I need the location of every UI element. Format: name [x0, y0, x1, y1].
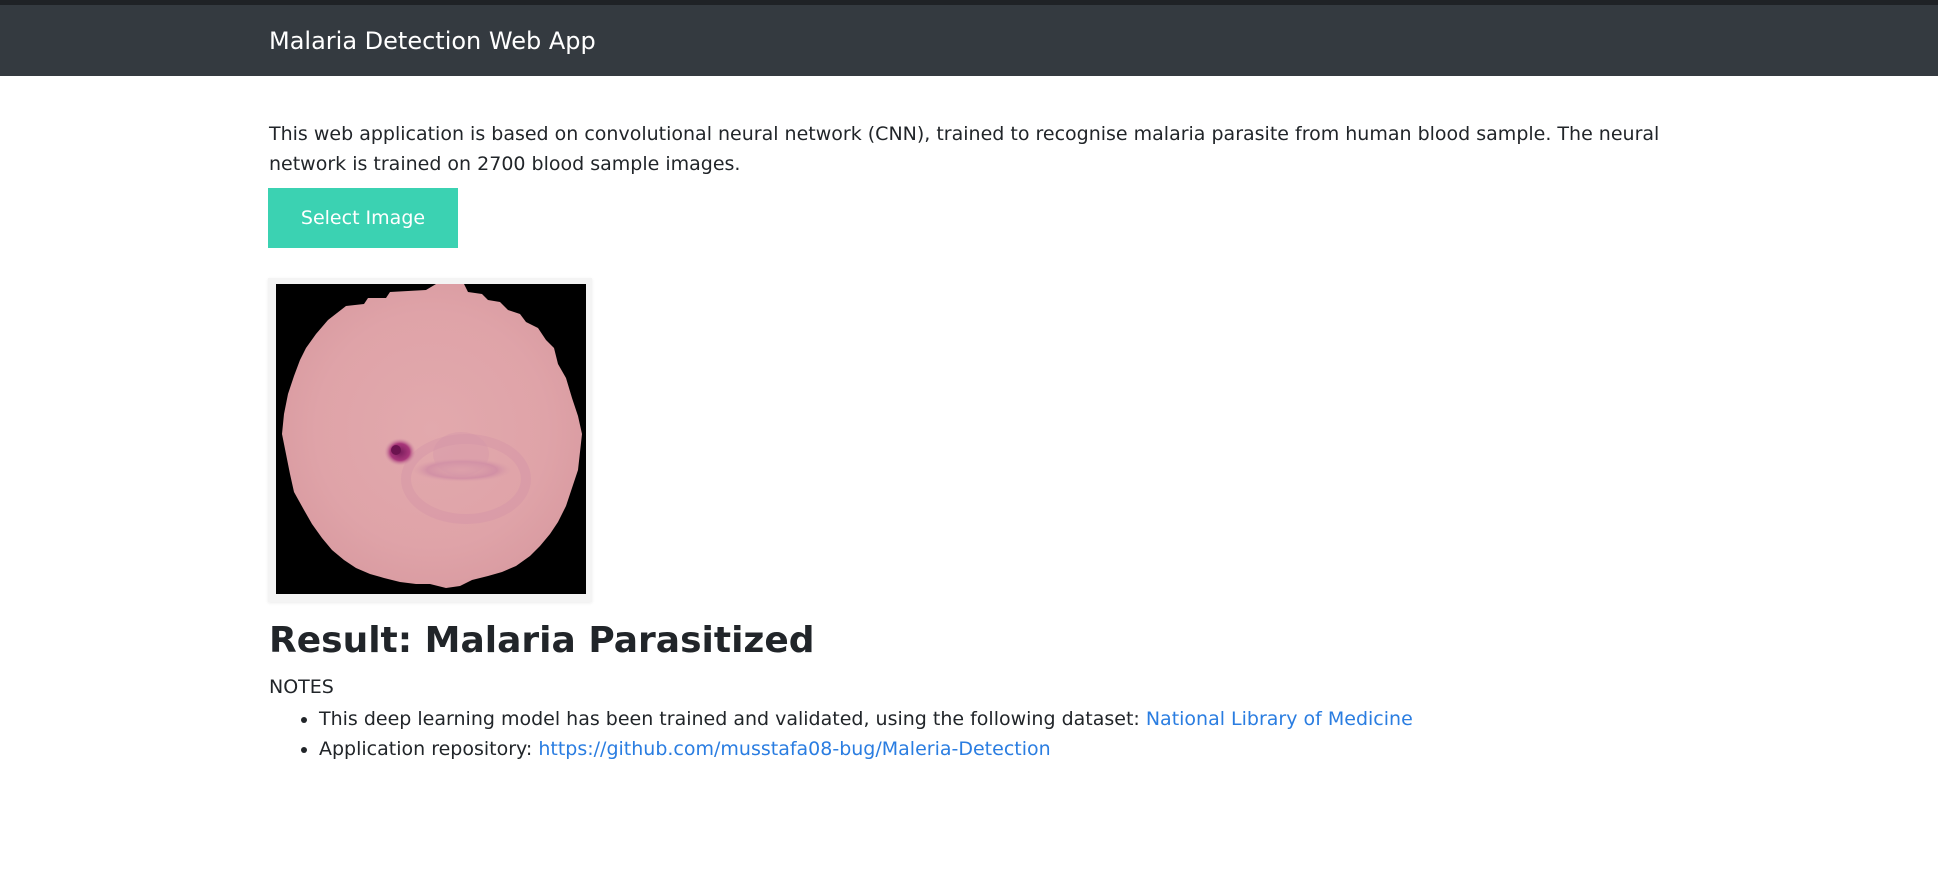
image-preview	[268, 278, 592, 602]
repository-link[interactable]: https://github.com/musstafa08-bug/Maleri…	[538, 738, 1050, 760]
navbar-brand[interactable]: Malaria Detection Web App	[269, 27, 596, 55]
list-item: This deep learning model has been traine…	[319, 704, 1413, 734]
dataset-link[interactable]: National Library of Medicine	[1146, 708, 1413, 730]
select-image-button[interactable]: Select Image	[268, 188, 458, 248]
result-heading: Result: Malaria Parasitized	[269, 620, 815, 661]
note-text: Application repository:	[319, 738, 539, 760]
notes-list: This deep learning model has been traine…	[269, 704, 1413, 764]
note-text: This deep learning model has been traine…	[319, 708, 1146, 730]
blood-cell-image	[276, 284, 586, 594]
list-item: Application repository: https://github.c…	[319, 734, 1413, 764]
navbar: Malaria Detection Web App	[0, 5, 1938, 76]
intro-text: This web application is based on convolu…	[269, 123, 1660, 175]
notes-label: NOTES	[269, 676, 334, 698]
